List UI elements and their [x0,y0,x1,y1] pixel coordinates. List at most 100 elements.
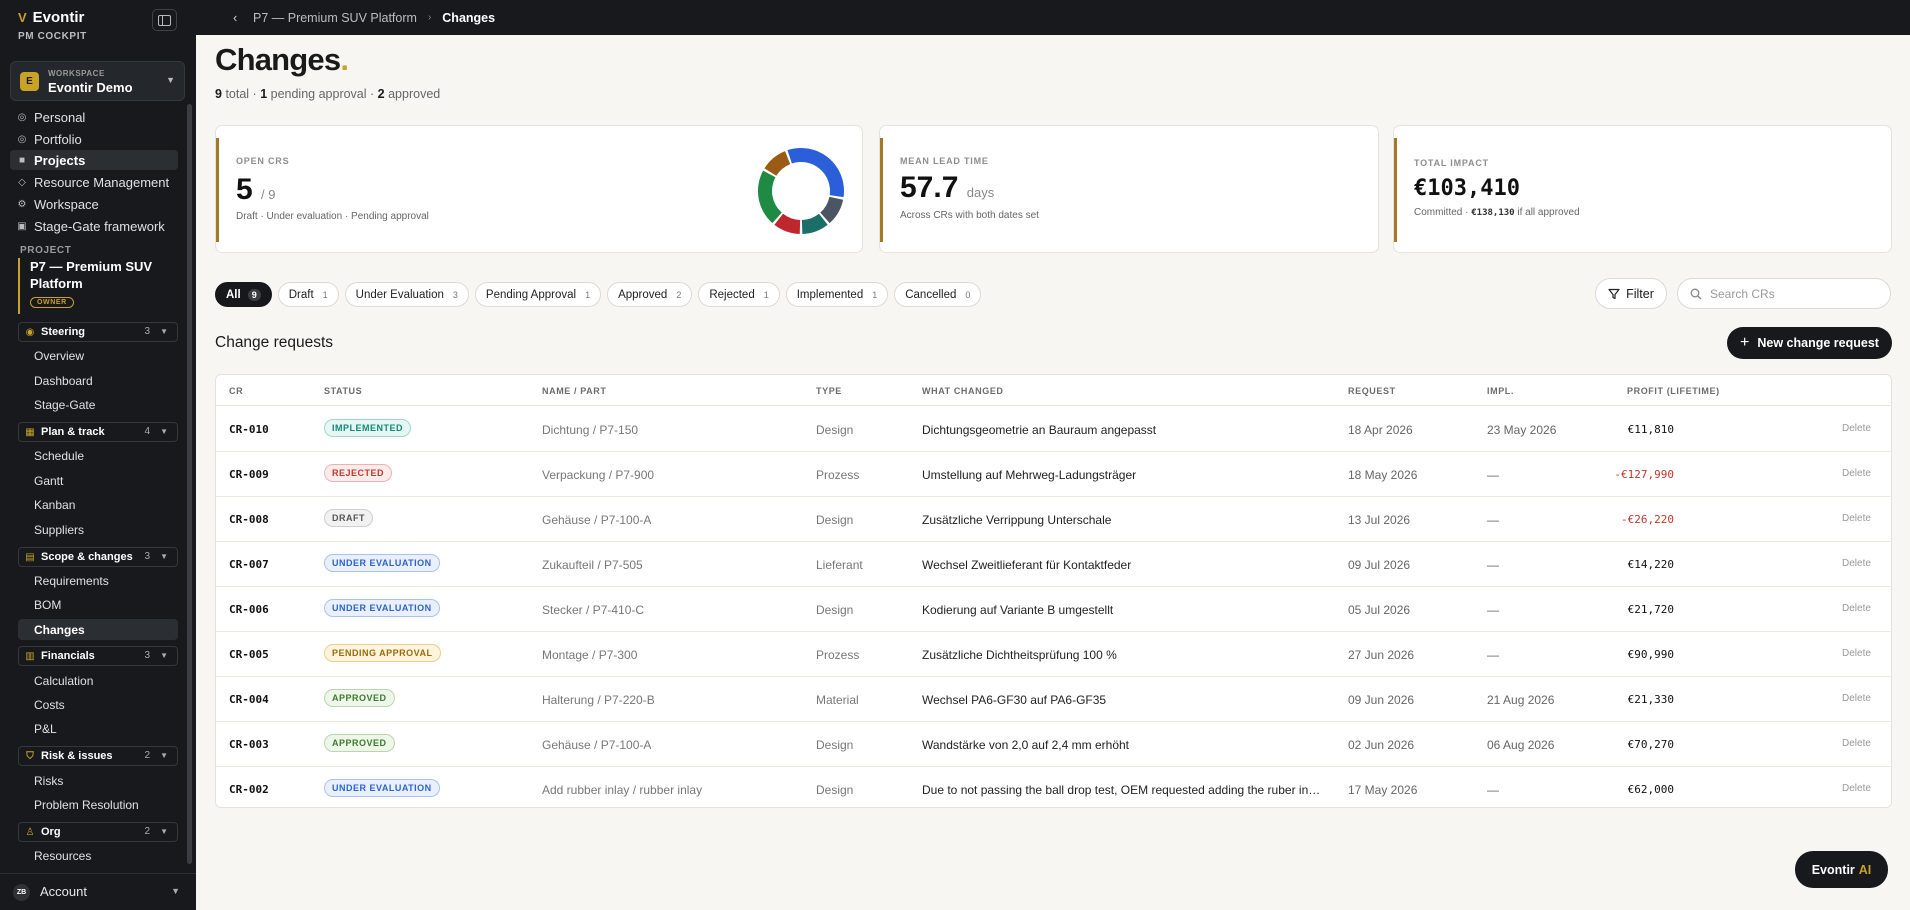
table-row[interactable]: CR-005 PENDING APPROVAL Montage / P7-300 Pr… [216,632,1891,677]
note-suffix: if all approved [1517,207,1580,218]
sidebar-item-problem-resolution[interactable]: Problem Resolution [18,794,178,815]
chip-pending-approval[interactable]: Pending Approval 1 [474,282,602,307]
profit-lifetime: €14,220 [1627,558,1674,571]
group-org[interactable]: ♙ Org 2 ▼ [18,822,178,842]
sidebar-item-risks[interactable]: Risks [18,770,178,791]
sidebar-item-resources[interactable]: Resources [18,845,178,866]
donut-slice-draft [820,196,844,224]
chip-approved[interactable]: Approved 2 [607,282,693,307]
name-part: Montage / P7-300 [542,648,638,662]
nav-item-stage-gate-framework[interactable]: ▣ Stage-Gate framework [10,216,178,236]
delete-button[interactable]: Delete [1842,558,1871,569]
col-name-part[interactable]: NAME / PART [542,386,606,396]
chip-under-evaluation[interactable]: Under Evaluation 3 [344,282,469,307]
col-type[interactable]: TYPE [816,386,842,396]
col-status[interactable]: STATUS [324,386,362,396]
delete-button[interactable]: Delete [1842,468,1871,479]
cr-id[interactable]: CR-010 [229,423,269,436]
sidebar-scrollbar[interactable] [187,104,192,864]
current-project[interactable]: P7 — Premium SUV Platform OWNER [18,258,186,314]
nav-item-workspace[interactable]: ⚙ Workspace [10,194,178,214]
col-what-changed[interactable]: WHAT CHANGED [922,386,1004,396]
group-steering[interactable]: ◉ Steering 3 ▼ [18,322,178,342]
cr-id[interactable]: CR-004 [229,693,269,706]
nav-item-portfolio[interactable]: ◎ Portfolio [10,129,178,149]
col-profit-lifetime[interactable]: PROFIT (LIFETIME) [1627,386,1720,396]
table-row[interactable]: CR-006 UNDER EVALUATION Stecker / P7-410-C… [216,587,1891,632]
search-input[interactable] [1710,286,1870,301]
search-box[interactable] [1677,278,1891,309]
request-date: 18 May 2026 [1348,468,1418,482]
group-plan-track[interactable]: ▦ Plan & track 4 ▼ [18,422,178,442]
chip-all[interactable]: All 9 [215,282,272,307]
sidebar-item-suppliers[interactable]: Suppliers [18,519,178,540]
nav-item-resource-management[interactable]: ◇ Resource Management [10,172,178,192]
col-request[interactable]: REQUEST [1348,386,1396,396]
sidebar-item-schedule[interactable]: Schedule [18,445,178,466]
table-row[interactable]: CR-008 DRAFT Gehäuse / P7-100-A Design Zusät… [216,497,1891,542]
chip-cancelled[interactable]: Cancelled 0 [894,282,982,307]
filter-button[interactable]: Filter [1595,278,1667,309]
sidebar-item-pl[interactable]: P&L [18,718,178,739]
delete-button[interactable]: Delete [1842,693,1871,704]
cr-id[interactable]: CR-009 [229,468,269,481]
ai-assistant-button[interactable]: Evontir AI [1795,851,1888,888]
sidebar-item-calculation[interactable]: Calculation [18,670,178,691]
account-menu[interactable]: ZB Account ▼ [0,873,196,910]
cr-id[interactable]: CR-005 [229,648,269,661]
delete-button[interactable]: Delete [1842,738,1871,749]
group-financials[interactable]: ▥ Financials 3 ▼ [18,646,178,666]
nav-label: Projects [34,152,86,168]
cr-id[interactable]: CR-008 [229,513,269,526]
breadcrumb-parent[interactable]: P7 — Premium SUV Platform [253,11,417,25]
sidebar-item-costs[interactable]: Costs [18,694,178,715]
cr-id[interactable]: CR-006 [229,603,269,616]
chip-implemented[interactable]: Implemented 1 [785,282,889,307]
sidebar: V Evontir PM COCKPIT E WORKSPACE Evontir … [0,0,196,910]
change-type: Prozess [816,648,860,662]
delete-button[interactable]: Delete [1842,648,1871,659]
app-subtitle: PM COCKPIT [18,31,87,42]
nav-item-projects[interactable]: ■ Projects [10,150,178,170]
table-row[interactable]: CR-003 APPROVED Gehäuse / P7-100-A Design Wa… [216,722,1891,767]
collapse-sidebar-button[interactable] [152,9,177,31]
sidebar-item-stage-gate[interactable]: Stage-Gate [18,394,178,415]
impl-date: — [1487,648,1499,662]
delete-button[interactable]: Delete [1842,603,1871,614]
table-row[interactable]: CR-002 UNDER EVALUATION Add rubber inlay /… [216,767,1891,807]
back-icon[interactable]: ‹ [233,10,253,25]
cr-id[interactable]: CR-003 [229,738,269,751]
table-row[interactable]: CR-010 IMPLEMENTED Dichtung / P7-150 Design… [216,407,1891,452]
sidebar-item-overview[interactable]: Overview [18,345,178,366]
sidebar-item-bom[interactable]: BOM [18,594,178,615]
cr-id[interactable]: CR-002 [229,783,269,796]
sidebar-item-kanban[interactable]: Kanban [18,494,178,515]
delete-button[interactable]: Delete [1842,423,1871,434]
caret-down-icon: ▼ [166,75,175,85]
sidebar-item-dashboard[interactable]: Dashboard [18,370,178,391]
sidebar-item-requirements[interactable]: Requirements [18,570,178,591]
cr-id[interactable]: CR-007 [229,558,269,571]
group-scope-changes[interactable]: ▤ Scope & changes 3 ▼ [18,547,178,567]
delete-button[interactable]: Delete [1842,513,1871,524]
table-row[interactable]: CR-009 REJECTED Verpackung / P7-900 Prozess… [216,452,1891,497]
chip-rejected[interactable]: Rejected 1 [698,282,780,307]
chip-draft[interactable]: Draft 1 [277,282,339,307]
nav-item-personal[interactable]: ◎ Personal [10,107,178,127]
status-badge: DRAFT [324,509,373,527]
col-cr[interactable]: CR [229,386,243,396]
total-impact-card: TOTAL IMPACT €103,410 Committed · €138,1… [1393,125,1892,253]
delete-button[interactable]: Delete [1842,783,1871,794]
app-brand[interactable]: V Evontir [18,9,84,26]
sidebar-item-gantt[interactable]: Gantt [18,470,178,491]
new-change-request-button[interactable]: + New change request [1727,327,1892,359]
status-badge: UNDER EVALUATION [324,599,440,617]
group-count: 2 [144,826,150,837]
table-row[interactable]: CR-004 APPROVED Halterung / P7-220-B Materi… [216,677,1891,722]
group-risk-issues[interactable]: ⛉ Risk & issues 2 ▼ [18,746,178,766]
table-row[interactable]: CR-007 UNDER EVALUATION Zukaufteil / P7-50… [216,542,1891,587]
workspace-switcher[interactable]: E WORKSPACE Evontir Demo ▼ [10,61,185,101]
steering-icon: ◉ [25,326,35,338]
col-impl[interactable]: IMPL. [1487,386,1514,396]
sidebar-item-changes[interactable]: Changes [18,619,178,640]
